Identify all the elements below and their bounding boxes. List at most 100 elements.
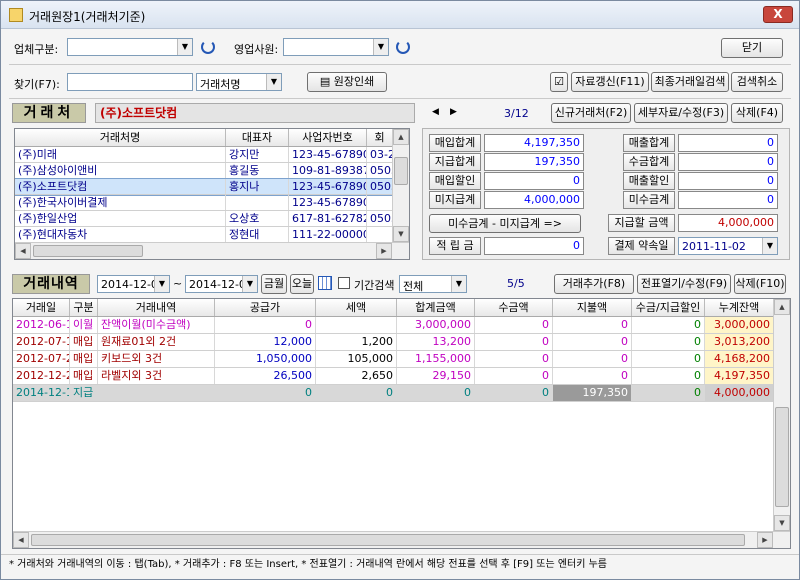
col-type[interactable]: 구분 xyxy=(70,299,98,316)
vendor-cell-extra: 03-23 xyxy=(367,147,393,162)
transaction-cell-type: 매입 xyxy=(70,351,98,367)
col-total[interactable]: 합계금액 xyxy=(397,299,475,316)
vendor-cell-name: (주)현대자동차 xyxy=(15,227,226,242)
vendor-cell-bizno: 123-45-67890 xyxy=(289,179,367,194)
refresh-data-button[interactable]: 자료갱신(F11) xyxy=(571,72,649,92)
chevron-down-icon[interactable]: ▼ xyxy=(177,39,192,55)
difference-button[interactable]: 미수금계 - 미지급계 => xyxy=(429,214,581,233)
col-date[interactable]: 거래일 xyxy=(13,299,70,316)
vendor-row[interactable]: (주)한일산업오상호617-81-627820505- xyxy=(15,211,393,227)
scroll-right-icon[interactable]: ▶ xyxy=(376,243,392,259)
sales-discount-value: 0 xyxy=(678,172,778,190)
vendor-vscroll[interactable]: ▲ ▼ xyxy=(392,129,409,242)
col-discount[interactable]: 수금/지급할인 xyxy=(632,299,705,316)
chevron-down-icon[interactable]: ▼ xyxy=(242,276,257,292)
col-representative[interactable]: 대표자 xyxy=(226,129,289,146)
date-from-select[interactable]: 2014-12-07 ▼ xyxy=(97,275,170,293)
col-description[interactable]: 거래내역 xyxy=(98,299,215,316)
vendor-row[interactable]: (주)삼성아이앤비홍길동109-81-893870505- xyxy=(15,163,393,179)
close-window-button[interactable]: X xyxy=(763,6,793,23)
vendor-row[interactable]: (주)미래강지만123-45-6789003-23 xyxy=(15,147,393,163)
sales-rep-select[interactable]: ▼ xyxy=(283,38,389,56)
col-received[interactable]: 수금액 xyxy=(475,299,553,316)
status-bar: * 거래처와 거래내역의 이동 : 탭(Tab), * 거래추가 : F8 또는… xyxy=(1,554,799,579)
scroll-right-icon[interactable]: ▶ xyxy=(757,532,773,548)
chevron-down-icon[interactable]: ▼ xyxy=(373,39,388,55)
scroll-thumb[interactable] xyxy=(394,157,408,185)
filter-select[interactable]: 전체 ▼ xyxy=(399,275,467,293)
vendor-row[interactable]: (주)현대자동차 정현대 111-22-00000 xyxy=(15,227,393,243)
refresh-icon[interactable] xyxy=(396,40,410,54)
vendor-hscroll[interactable]: ◀ ▶ xyxy=(15,242,409,259)
col-balance[interactable]: 누계잔액 xyxy=(705,299,774,316)
date-to-select[interactable]: 2014-12-07 ▼ xyxy=(185,275,258,293)
transaction-cell-received: 0 xyxy=(475,351,553,367)
transaction-cell-type: 지급 xyxy=(70,385,98,401)
transaction-delete-button[interactable]: 삭제(F10) xyxy=(734,274,786,294)
transaction-cell-tax: 1,200 xyxy=(316,334,397,350)
col-paid[interactable]: 지불액 xyxy=(553,299,632,316)
last-date-search-button[interactable]: 최종거래일검색 xyxy=(651,72,729,92)
scroll-up-icon[interactable]: ▲ xyxy=(774,299,790,315)
transaction-cell-balance: 4,000,000 xyxy=(705,385,774,401)
payment-date-select[interactable]: 2011-11-02 ▼ xyxy=(678,237,778,255)
transaction-row[interactable]: 2012-12-24매입라벨지외 3건26,5002,65029,1500004… xyxy=(13,368,774,385)
col-extra[interactable]: 회 xyxy=(367,129,393,146)
vendor-delete-button[interactable]: 삭제(F4) xyxy=(731,103,783,123)
col-business-number[interactable]: 사업자번호 xyxy=(289,129,367,146)
scroll-thumb[interactable] xyxy=(31,534,745,546)
transaction-row[interactable]: 2014-12-12지급0000197,35004,000,000 xyxy=(13,385,774,402)
col-tax[interactable]: 세액 xyxy=(316,299,397,316)
chevron-down-icon[interactable]: ▼ xyxy=(266,74,281,90)
scroll-down-icon[interactable]: ▼ xyxy=(774,515,790,531)
chevron-down-icon[interactable]: ▼ xyxy=(451,276,466,292)
scroll-thumb[interactable] xyxy=(33,245,143,257)
vendor-grid-header: 거래처명 대표자 사업자번호 회 xyxy=(15,129,393,147)
new-vendor-button[interactable]: 신규거래처(F2) xyxy=(551,103,631,123)
period-search-checkbox[interactable] xyxy=(338,277,350,289)
transaction-cell-received: 0 xyxy=(475,385,553,401)
today-button[interactable]: 오늘 xyxy=(290,274,314,294)
transactions-grid-header: 거래일 구분 거래내역 공급가 세액 합계금액 수금액 지불액 수금/지급할인 … xyxy=(13,299,774,317)
transaction-row[interactable]: 2012-07-20매입키보드외 3건1,050,000105,0001,155… xyxy=(13,351,774,368)
transactions-vscroll[interactable]: ▲ ▼ xyxy=(773,299,790,531)
calendar-icon[interactable] xyxy=(318,276,332,290)
transactions-hscroll[interactable]: ◀ ▶ xyxy=(13,531,790,548)
transaction-cell-supply: 26,500 xyxy=(215,368,316,384)
close-button[interactable]: 닫기 xyxy=(721,38,783,58)
transaction-row[interactable]: 2012-06-17이월잔액이월(미수금액)03,000,0000003,000… xyxy=(13,317,774,334)
transaction-row[interactable]: 2012-07-19매입원재료01외 2건12,0001,20013,20000… xyxy=(13,334,774,351)
transaction-cell-balance: 3,013,200 xyxy=(705,334,774,350)
find-field-select[interactable]: 거래처명 ▼ xyxy=(196,73,282,91)
find-input[interactable] xyxy=(67,73,193,91)
scroll-up-icon[interactable]: ▲ xyxy=(393,129,409,145)
vendor-cell-bizno: 617-81-62782 xyxy=(289,211,367,226)
cancel-search-button[interactable]: 검색취소 xyxy=(731,72,783,92)
checklist-button[interactable]: ☑ xyxy=(550,72,568,92)
transaction-cell-balance: 4,168,200 xyxy=(705,351,774,367)
transaction-cell-paid: 197,350 xyxy=(553,385,632,401)
scroll-left-icon[interactable]: ◀ xyxy=(13,532,29,548)
vendor-row[interactable]: (주)한국사이버결제 123-45-67890 xyxy=(15,195,393,211)
scroll-down-icon[interactable]: ▼ xyxy=(393,226,409,242)
nav-prev-icon[interactable]: ◀ xyxy=(432,107,439,117)
chevron-down-icon[interactable]: ▼ xyxy=(762,238,777,254)
scroll-thumb[interactable] xyxy=(775,407,789,507)
transactions-grid: 거래일 구분 거래내역 공급가 세액 합계금액 수금액 지불액 수금/지급할인 … xyxy=(12,298,791,549)
col-supply[interactable]: 공급가 xyxy=(215,299,316,316)
vendor-edit-button[interactable]: 세부자료/수정(F3) xyxy=(634,103,728,123)
refresh-icon[interactable] xyxy=(201,40,215,54)
vendor-position: 3/12 xyxy=(504,107,529,120)
print-ledger-button[interactable]: ▤ 원장인쇄 xyxy=(307,72,387,92)
nav-next-icon[interactable]: ▶ xyxy=(450,107,457,117)
vendor-row[interactable]: (주)소프트닷컴홍지나123-45-678900505- xyxy=(15,178,394,196)
vendor-grid: 거래처명 대표자 사업자번호 회 (주)미래 강지만 123-45-67890 03-… xyxy=(14,128,410,260)
add-transaction-button[interactable]: 거래추가(F8) xyxy=(554,274,634,294)
this-month-button[interactable]: 금월 xyxy=(261,274,287,294)
chevron-down-icon[interactable]: ▼ xyxy=(154,276,169,292)
scroll-left-icon[interactable]: ◀ xyxy=(15,243,31,259)
col-vendor-name[interactable]: 거래처명 xyxy=(15,129,226,146)
vendor-type-select[interactable]: ▼ xyxy=(67,38,193,56)
transaction-cell-type: 매입 xyxy=(70,334,98,350)
open-slip-button[interactable]: 전표열기/수정(F9) xyxy=(637,274,731,294)
